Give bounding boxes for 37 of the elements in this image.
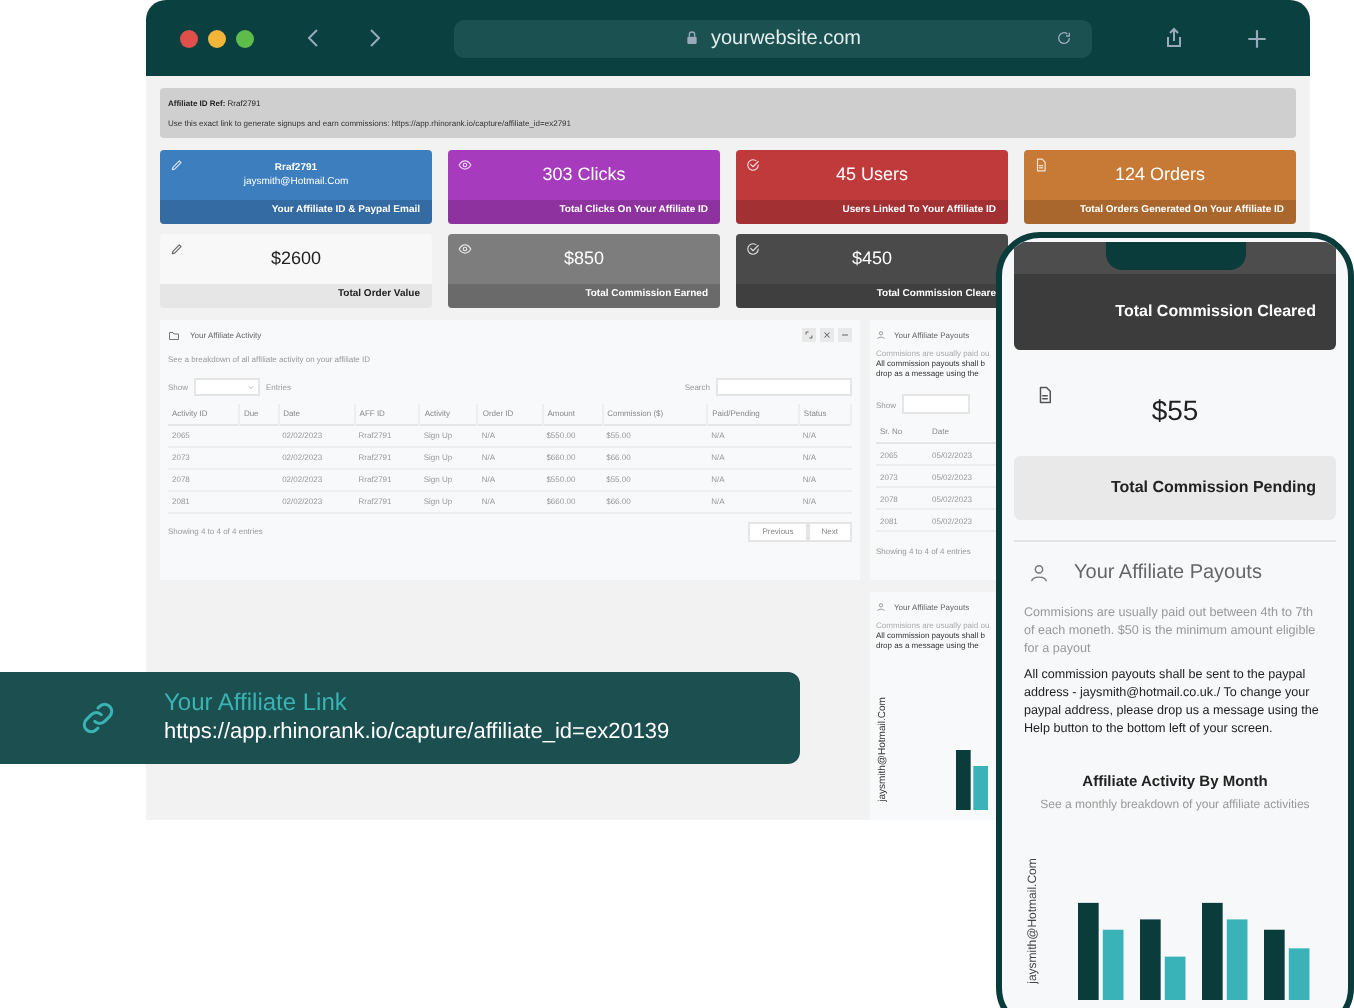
person-icon bbox=[876, 602, 886, 612]
card-value: $2600 bbox=[270, 248, 322, 270]
reload-icon[interactable] bbox=[1056, 30, 1072, 46]
document-icon bbox=[1036, 386, 1054, 404]
card-value: $55 bbox=[1151, 392, 1199, 430]
pencil-icon bbox=[170, 242, 184, 256]
new-tab-icon[interactable] bbox=[1244, 25, 1270, 51]
url-text: yourwebsite.com bbox=[710, 25, 862, 53]
section-title: Your Affiliate Payouts bbox=[1074, 560, 1262, 588]
card-value: $450 bbox=[851, 248, 893, 270]
card-value: 303 Clicks bbox=[542, 164, 626, 186]
person-icon bbox=[876, 330, 886, 340]
document-icon bbox=[1034, 158, 1048, 172]
expand-icon[interactable] bbox=[802, 328, 816, 342]
share-icon[interactable] bbox=[1162, 26, 1186, 50]
search-field[interactable] bbox=[716, 378, 852, 396]
card-value: 45 Users bbox=[835, 164, 908, 186]
link-url: https://app.rhinorank.io/capture/affiliate_id=ex20139 bbox=[164, 718, 670, 748]
person-icon bbox=[1028, 562, 1050, 584]
check-circle-icon bbox=[746, 242, 760, 256]
chevron-down-icon bbox=[248, 384, 255, 390]
check-circle-icon bbox=[746, 158, 760, 172]
link-icon bbox=[78, 698, 118, 738]
phone-notch bbox=[1105, 242, 1245, 270]
eye-icon bbox=[458, 158, 472, 172]
eye-icon bbox=[458, 242, 472, 256]
minimize-icon[interactable] bbox=[838, 328, 852, 342]
address-bar[interactable]: yourwebsite.com bbox=[454, 19, 1092, 57]
card-label: Total Commission Pending bbox=[1110, 476, 1316, 500]
close-icon[interactable] bbox=[820, 328, 834, 342]
lock-icon bbox=[684, 30, 701, 46]
pencil-icon bbox=[170, 158, 184, 172]
card-label: Total Commission Cleared bbox=[1115, 300, 1316, 324]
card-value: $850 bbox=[563, 248, 605, 270]
folder-icon bbox=[168, 329, 180, 341]
card-value: 124 Orders bbox=[1114, 164, 1206, 186]
link-title: Your Affiliate Link bbox=[164, 688, 349, 718]
